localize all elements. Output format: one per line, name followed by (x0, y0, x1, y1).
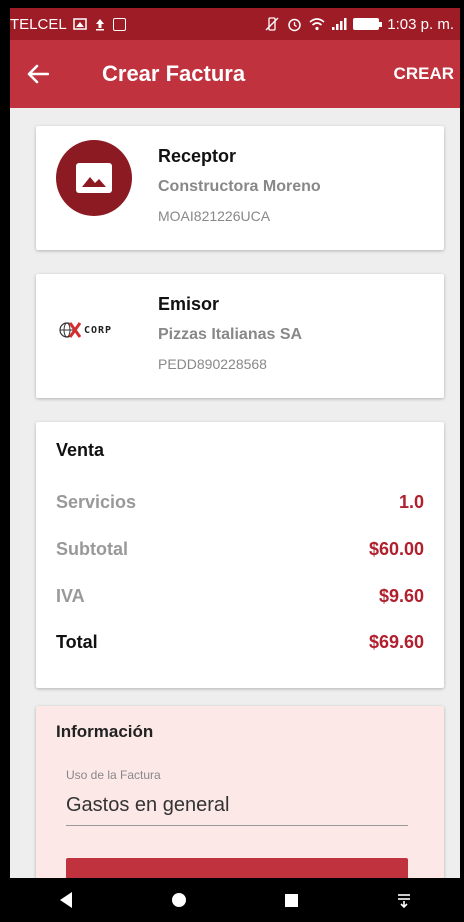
vibrate-off-icon (265, 17, 279, 31)
battery-icon (353, 18, 383, 30)
emisor-rfc: PEDD890228568 (158, 356, 267, 372)
clock: 1:03 p. m. (387, 15, 454, 33)
wifi-icon (309, 17, 325, 31)
row-value: $9.60 (378, 586, 424, 606)
row-value: 1.0 (398, 492, 424, 512)
venta-row-iva: IVA $9.60 (56, 586, 424, 607)
circle-home-icon (171, 893, 186, 907)
emisor-name: Pizzas Italianas SA (158, 326, 303, 343)
uso-factura-field[interactable]: Gastos en general (66, 794, 408, 826)
app-bar: Crear Factura CREAR (10, 40, 460, 108)
emisor-title: Emisor (158, 294, 220, 314)
nav-back-button[interactable] (36, 878, 96, 922)
status-right: 1:03 p. m. (265, 16, 454, 33)
pull-down-icon (397, 894, 410, 908)
row-value: $60.00 (368, 539, 424, 559)
gallery-icon (112, 17, 126, 31)
informacion-title: Información (56, 722, 154, 741)
venta-row-subtotal: Subtotal $60.00 (56, 539, 424, 560)
uso-factura-label: Uso de la Factura (66, 768, 161, 782)
row-value: $69.60 (368, 632, 424, 652)
cell-data-icon (72, 17, 87, 31)
row-label: Subtotal (56, 539, 128, 559)
venta-title: Venta (56, 440, 105, 460)
row-label: Total (56, 632, 98, 652)
emisor-logo: CORP (58, 320, 138, 340)
navigation-bar (10, 878, 460, 922)
venta-card: Venta Servicios 1.0 Subtotal $60.00 IVA … (36, 422, 444, 688)
receptor-card[interactable]: Receptor Constructora Moreno MOAI821226U… (36, 126, 444, 250)
square-recents-icon (284, 893, 298, 907)
receptor-avatar (56, 140, 132, 216)
device-frame: TELCEL 1:03 p. m. Crear Factura CREAR Re… (0, 0, 464, 922)
nav-home-button[interactable] (149, 878, 209, 922)
receptor-rfc: MOAI821226UCA (158, 208, 271, 224)
nav-recents-button[interactable] (261, 878, 321, 922)
create-button[interactable]: CREAR (394, 56, 454, 92)
receptor-title: Receptor (158, 146, 237, 166)
signal-icon (331, 17, 347, 31)
app-screen: TELCEL 1:03 p. m. Crear Factura CREAR Re… (10, 8, 460, 878)
image-placeholder-icon (76, 163, 112, 193)
status-left: TELCEL (10, 16, 126, 33)
row-label: Servicios (56, 492, 137, 512)
receptor-name: Constructora Moreno (158, 178, 321, 195)
upload-icon (93, 17, 107, 31)
back-button[interactable] (10, 40, 66, 108)
carrier-label: TELCEL (10, 15, 67, 33)
nav-notifications-button[interactable] (374, 878, 434, 922)
action-button[interactable] (66, 858, 408, 878)
venta-row-servicios: Servicios 1.0 (56, 492, 424, 513)
globe-x-icon (59, 322, 82, 338)
emisor-card[interactable]: CORP Emisor Pizzas Italianas SA PEDD8902… (36, 274, 444, 398)
triangle-back-icon (60, 892, 73, 908)
page-title: Crear Factura (102, 61, 246, 86)
arrow-left-icon (27, 64, 49, 84)
informacion-card: Información Uso de la Factura Gastos en … (36, 706, 444, 878)
status-bar: TELCEL 1:03 p. m. (10, 8, 460, 40)
alarm-icon (287, 17, 302, 32)
logo-text: CORP (84, 324, 113, 336)
venta-row-total: Total $69.60 (56, 632, 424, 653)
row-label: IVA (56, 586, 85, 606)
